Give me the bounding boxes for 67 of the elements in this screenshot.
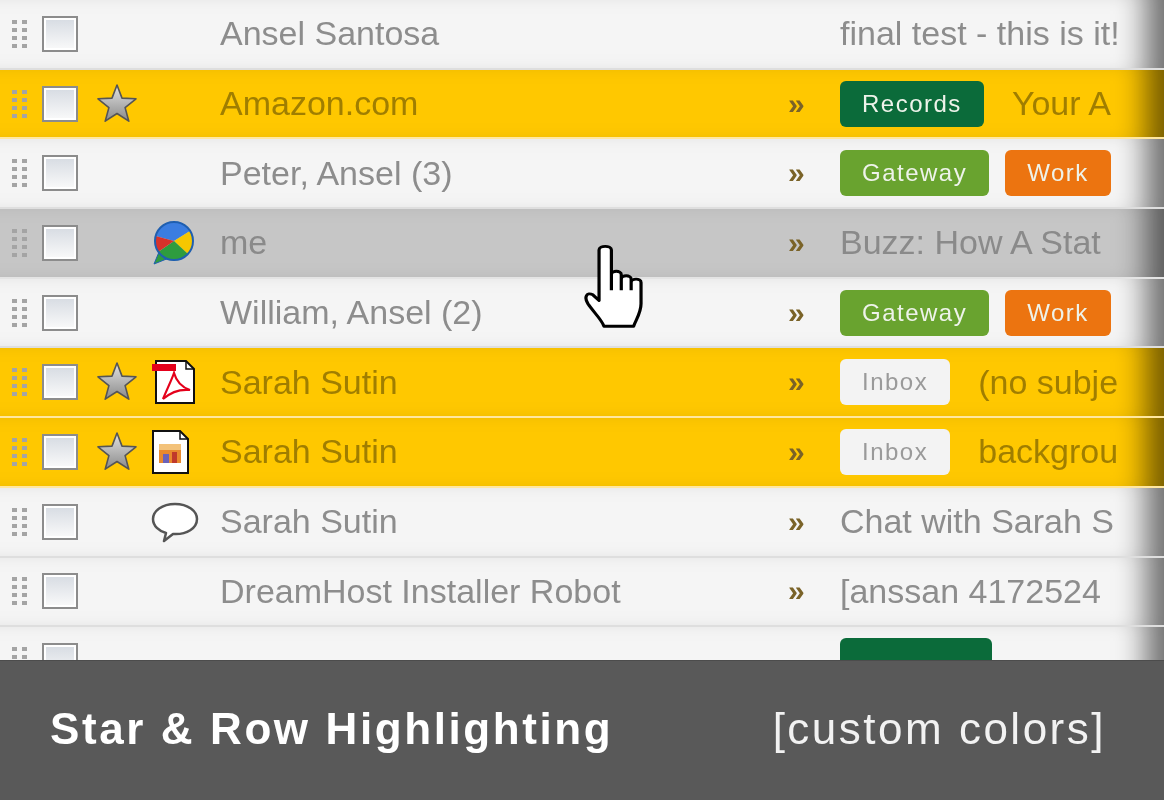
drag-handle-icon[interactable] bbox=[12, 19, 28, 48]
drag-handle-icon[interactable] bbox=[12, 437, 28, 466]
personal-level-indicator: » bbox=[788, 227, 805, 258]
personal-level-indicator: » bbox=[788, 506, 805, 537]
subject-text: [anssan 4172524 bbox=[840, 570, 1101, 612]
message-row[interactable]: Ansel Santosa final test - this is it! bbox=[0, 0, 1164, 70]
message-row[interactable]: Sarah Sutin » Inbox backgrou bbox=[0, 418, 1164, 488]
image-document-icon bbox=[150, 428, 190, 475]
drag-handle-icon[interactable] bbox=[12, 89, 28, 118]
message-row[interactable]: William, Ansel (2) » Gateway Work bbox=[0, 278, 1164, 349]
message-row[interactable]: Amazon.com » Records Your A bbox=[0, 69, 1164, 140]
label-chip[interactable]: Records bbox=[840, 80, 984, 127]
label-chip[interactable]: Gateway bbox=[840, 289, 990, 336]
checkbox[interactable] bbox=[42, 294, 78, 331]
caption-title: Star & Row Highlighting bbox=[50, 702, 614, 755]
personal-level-indicator: » bbox=[788, 367, 805, 398]
checkbox[interactable] bbox=[42, 15, 78, 52]
drag-handle-icon[interactable] bbox=[12, 577, 28, 606]
personal-level-indicator: » bbox=[788, 158, 805, 189]
message-row[interactable]: Peter, Ansel (3) » Gateway Work bbox=[0, 139, 1164, 210]
label-chip[interactable]: Gateway bbox=[840, 150, 990, 197]
message-row[interactable]: Sarah Sutin » Inbox (no subje bbox=[0, 348, 1164, 419]
personal-level-indicator: » bbox=[788, 297, 805, 328]
sender-name: Sarah Sutin bbox=[220, 361, 399, 403]
checkbox[interactable] bbox=[42, 155, 78, 192]
star-icon[interactable] bbox=[96, 83, 138, 124]
sender-name: William, Ansel (2) bbox=[220, 292, 484, 334]
sender-name: Sarah Sutin bbox=[220, 501, 399, 543]
message-row[interactable]: DreamHost Installer Robot » [anssan 4172524 bbox=[0, 557, 1164, 628]
subject-text: Buzz: How A Stat bbox=[840, 222, 1101, 264]
message-row[interactable]: Sarah Sutin » Chat with Sarah S bbox=[0, 487, 1164, 558]
star-icon[interactable] bbox=[96, 362, 138, 403]
sender-name: Sarah Sutin bbox=[220, 431, 399, 473]
drag-handle-icon[interactable] bbox=[12, 368, 28, 397]
label-chip[interactable]: Work bbox=[1005, 289, 1111, 336]
sender-name: me bbox=[220, 222, 269, 264]
checkbox[interactable] bbox=[42, 433, 78, 470]
checkbox[interactable] bbox=[42, 503, 78, 540]
star-icon[interactable] bbox=[96, 431, 138, 472]
sender-name: Amazon.com bbox=[220, 83, 420, 125]
caption-note: [custom colors] bbox=[772, 702, 1106, 755]
subject-text: (no subje bbox=[978, 361, 1119, 403]
drag-handle-icon[interactable] bbox=[12, 159, 28, 188]
subject-text: backgrou bbox=[978, 431, 1119, 473]
personal-level-indicator: » bbox=[788, 88, 805, 119]
label-chip[interactable]: Inbox bbox=[840, 428, 951, 475]
drag-handle-icon[interactable] bbox=[12, 298, 28, 327]
personal-level-indicator: » bbox=[788, 576, 805, 607]
personal-level-indicator: » bbox=[788, 436, 805, 467]
sender-name: DreamHost Installer Robot bbox=[220, 570, 622, 612]
subject-text: Your A bbox=[1011, 83, 1111, 125]
speech-bubble-icon bbox=[150, 500, 200, 543]
subject-text: final test - this is it! bbox=[840, 13, 1120, 55]
checkbox[interactable] bbox=[42, 573, 78, 610]
drag-handle-icon[interactable] bbox=[12, 507, 28, 536]
sender-name: Peter, Ansel (3) bbox=[220, 152, 454, 194]
pdf-document-icon bbox=[150, 359, 198, 406]
sender-name: Ansel Santosa bbox=[220, 13, 441, 55]
checkbox[interactable] bbox=[42, 364, 78, 401]
subject-text: Chat with Sarah S bbox=[840, 501, 1115, 543]
checkbox[interactable] bbox=[42, 85, 78, 122]
hand-cursor-icon bbox=[583, 244, 643, 328]
message-row[interactable]: me » Buzz: How A Stat bbox=[0, 209, 1164, 279]
label-chip[interactable]: Work bbox=[1005, 150, 1111, 197]
drag-handle-icon[interactable] bbox=[12, 228, 28, 257]
label-chip[interactable]: Inbox bbox=[840, 359, 951, 406]
checkbox[interactable] bbox=[42, 224, 78, 261]
